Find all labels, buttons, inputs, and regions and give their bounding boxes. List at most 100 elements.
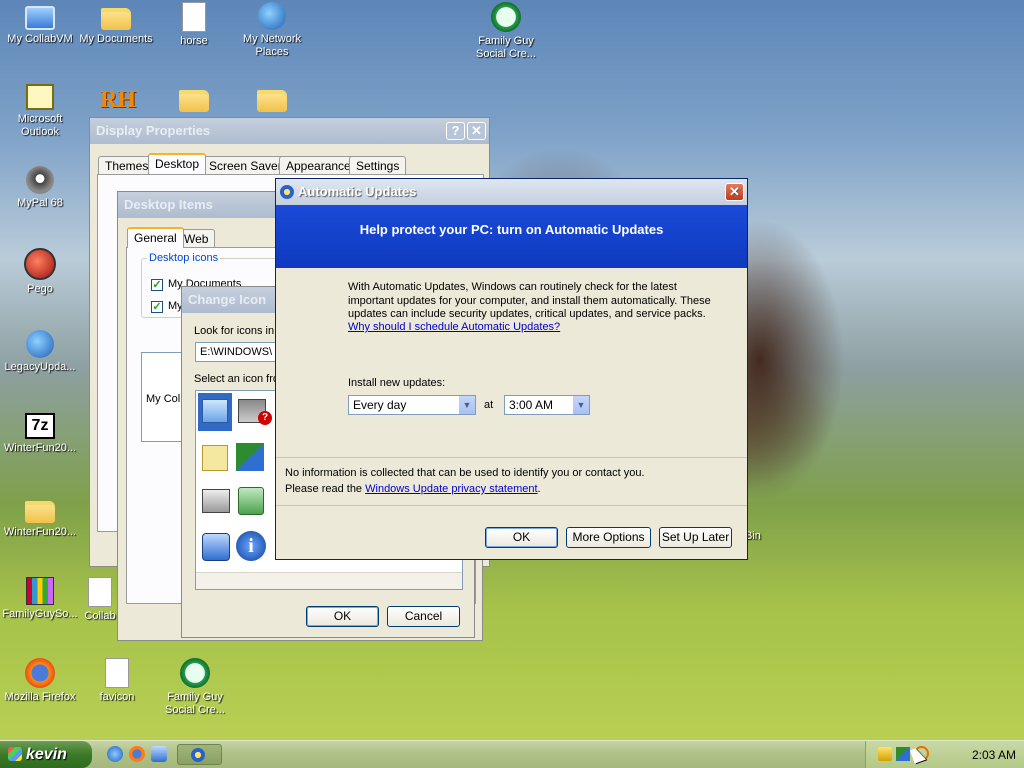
privacy-note: No information is collected that can be …: [285, 467, 645, 479]
taskbar-window-button[interactable]: [177, 744, 222, 765]
chevron-down-icon[interactable]: ▼: [458, 396, 475, 414]
windows-update-shield-icon: [191, 748, 205, 762]
network-tray-icon[interactable]: [896, 747, 910, 761]
desktop-icon-label: Family Guy Social Cre...: [476, 35, 536, 60]
more-options-button[interactable]: More Options: [566, 527, 651, 548]
raccoon-icon: [26, 166, 54, 194]
window-title: Change Icon: [188, 292, 267, 307]
tab-screen-saver[interactable]: Screen Saver: [202, 156, 289, 174]
description-text: With Automatic Updates, Windows can rout…: [348, 281, 711, 320]
desktop-icon-mypal[interactable]: MyPal 68: [0, 166, 80, 210]
internet-explorer-icon[interactable]: [107, 746, 123, 762]
printer-icon[interactable]: [202, 489, 230, 513]
frequency-select[interactable]: Every day ▼: [348, 395, 476, 415]
desktop-icon-my-documents[interactable]: My Documents: [76, 2, 156, 46]
desktop-icon-label: Mozilla Firefox: [4, 691, 76, 703]
select-icon-label: Select an icon fro: [194, 373, 279, 385]
desktop-icon-familyguyso[interactable]: FamilyGuySo...: [0, 577, 80, 621]
desktop-icon-label: Bin: [745, 530, 761, 542]
desktop-icon-recycle-bin[interactable]: Bin: [745, 530, 775, 543]
desktop-icon-folder[interactable]: [154, 84, 234, 115]
outlook-icon: [26, 84, 54, 110]
select-value: 3:00 AM: [509, 398, 554, 412]
red-ball-icon: [24, 248, 56, 280]
search-folder-icon[interactable]: [202, 445, 228, 471]
desktop-icon-horse[interactable]: horse: [154, 2, 234, 48]
desktop-icon-label: FamilyGuySo...: [2, 608, 78, 620]
desktop-icon-my-network-places[interactable]: My Network Places: [232, 2, 312, 59]
group-label: Desktop icons: [147, 252, 221, 264]
desktop-icon-label: favicon: [99, 691, 135, 703]
folder-icon: [257, 90, 287, 112]
desktop-icon-favicon[interactable]: favicon: [77, 658, 157, 704]
folder-icon: [25, 501, 55, 523]
cancel-button[interactable]: Cancel: [387, 606, 460, 627]
why-schedule-link[interactable]: Why should I schedule Automatic Updates?: [348, 321, 560, 333]
horizontal-scrollbar[interactable]: [196, 572, 462, 589]
automatic-updates-titlebar[interactable]: Automatic Updates ✕: [276, 179, 747, 205]
desktop-icon-label: Pego: [27, 283, 53, 295]
recycle-icon[interactable]: [238, 487, 264, 515]
preview-label: My Col: [146, 393, 181, 405]
display-properties-titlebar[interactable]: Display Properties ? ✕: [90, 118, 489, 144]
desktop-icon-rh[interactable]: RH: [76, 84, 156, 119]
my-documents-checkbox[interactable]: ✓: [151, 279, 163, 291]
privacy-statement-link[interactable]: Windows Update privacy statement: [365, 483, 537, 495]
network-icon[interactable]: [236, 443, 264, 471]
winrar-icon: [26, 577, 54, 605]
close-button[interactable]: ✕: [725, 183, 744, 201]
banner-heading: Help protect your PC: turn on Automatic …: [359, 222, 664, 237]
time-select[interactable]: 3:00 AM ▼: [504, 395, 590, 415]
desktop-icon-winterfun-folder[interactable]: WinterFun20...: [0, 495, 80, 539]
set-up-later-button[interactable]: Set Up Later: [659, 527, 732, 548]
firefox-icon: [25, 658, 55, 688]
tab-themes[interactable]: Themes: [98, 156, 156, 174]
desktop-icon-mozilla-firefox[interactable]: Mozilla Firefox: [0, 658, 80, 704]
desktop-icon-my-collabvm[interactable]: My CollabVM: [0, 2, 80, 46]
privacy-prefix: Please read the: [285, 483, 363, 495]
close-button[interactable]: ✕: [467, 122, 486, 140]
windows-update-shield-icon: [280, 185, 294, 199]
tab-general[interactable]: General: [127, 227, 184, 248]
document-icon: [88, 577, 112, 607]
desktop-icon-pego[interactable]: Pego: [0, 248, 80, 296]
taskbar: kevin 2:03 AM: [0, 740, 1024, 768]
refresh-icon[interactable]: [202, 533, 230, 561]
question-badge-icon: ?: [258, 411, 272, 425]
firefox-icon[interactable]: [129, 746, 145, 762]
update-shield-tray-icon[interactable]: [878, 747, 892, 761]
ok-button[interactable]: OK: [485, 527, 558, 548]
computer-icon: [25, 6, 55, 30]
tab-settings[interactable]: Settings: [349, 156, 407, 174]
clock[interactable]: 2:03 AM: [972, 748, 1016, 762]
play-icon: [491, 2, 521, 32]
chevron-down-icon[interactable]: ▼: [572, 396, 589, 414]
desktop-icon-family-guy-social[interactable]: Family Guy Social Cre...: [466, 2, 546, 61]
info-icon[interactable]: i: [236, 531, 266, 561]
look-for-label: Look for icons in: [194, 325, 275, 337]
desktop-icon-legacyupdate[interactable]: LegacyUpda...: [0, 330, 80, 374]
desktop-icon-microsoft-outlook[interactable]: Microsoft Outlook: [0, 84, 80, 139]
help-button[interactable]: ?: [446, 122, 465, 140]
tab-appearance[interactable]: Appearance: [279, 156, 358, 174]
refresh-icon[interactable]: [151, 746, 167, 762]
desktop-icon-label: My CollabVM: [7, 33, 73, 45]
desktop-icon-label: MyPal 68: [17, 197, 63, 209]
rh-icon: RH: [100, 87, 136, 113]
document-icon: [182, 2, 206, 32]
desktop-icon-family-guy-social-2[interactable]: Family Guy Social Cre...: [155, 658, 235, 717]
start-label: kevin: [26, 746, 67, 763]
tab-desktop[interactable]: Desktop: [148, 153, 207, 174]
folder-icon: [179, 90, 209, 112]
desktop-icon-winterfun-7z[interactable]: 7z WinterFun20...: [0, 413, 80, 455]
desktop-background: My CollabVM My Documents horse My Networ…: [0, 0, 1024, 740]
at-label: at: [484, 399, 494, 411]
computer-icon[interactable]: [202, 399, 228, 423]
desktop-icon-label: LegacyUpda...: [4, 361, 76, 373]
desktop-icon-folder[interactable]: [232, 84, 312, 115]
document-icon: [105, 658, 129, 688]
start-button[interactable]: kevin: [0, 741, 92, 768]
my-checkbox[interactable]: ✓: [151, 301, 163, 313]
divider: [276, 457, 747, 458]
ok-button[interactable]: OK: [306, 606, 379, 627]
